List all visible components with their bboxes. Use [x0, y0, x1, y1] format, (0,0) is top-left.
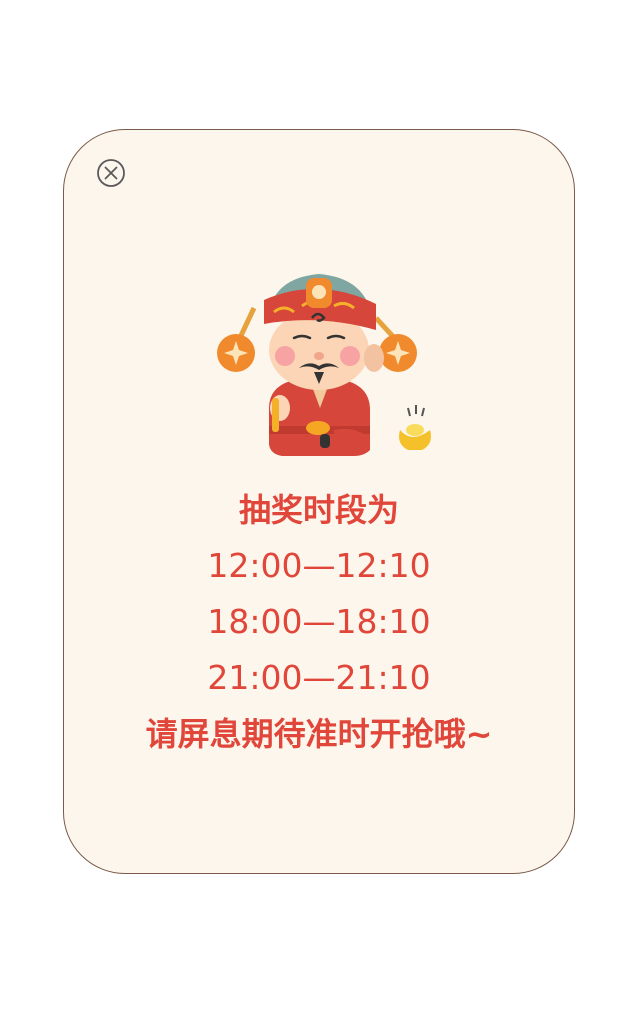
schedule-tip: 请屏息期待准时开抢哦~	[145, 715, 493, 753]
schedule-heading: 抽奖时段为	[238, 491, 399, 529]
time-slot: 12:00—12:10	[207, 546, 431, 585]
lottery-schedule: 抽奖时段为 12:00—12:10 18:00—18:10 21:00—21:1…	[64, 482, 574, 762]
close-button[interactable]	[96, 158, 126, 188]
left-coin-ornament	[217, 306, 257, 372]
time-slot: 21:00—21:10	[207, 658, 431, 697]
time-slot: 18:00—18:10	[207, 602, 431, 641]
close-circle-icon	[97, 159, 125, 187]
lottery-time-popup: 抽奖时段为 12:00—12:10 18:00—18:10 21:00—21:1…	[63, 129, 575, 874]
gold-ingot-icon	[399, 405, 431, 450]
god-of-wealth-illustration	[217, 274, 431, 456]
